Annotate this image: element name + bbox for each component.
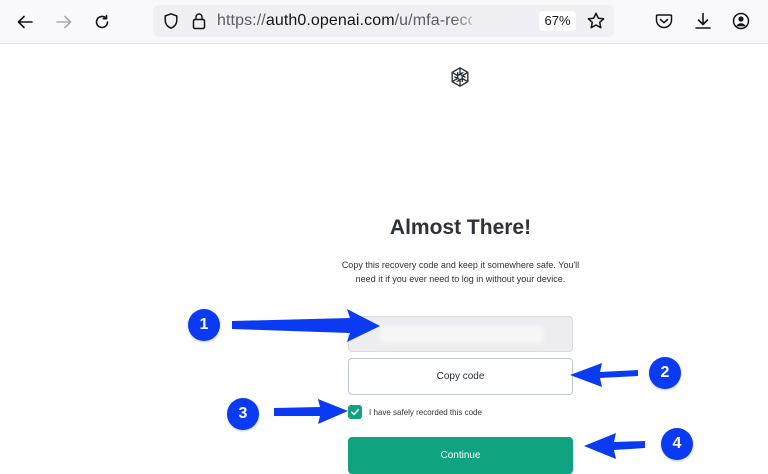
- back-arrow-icon[interactable]: [12, 9, 38, 35]
- annotation-arrow-4: [584, 433, 645, 459]
- openai-logo-icon: [448, 65, 472, 89]
- annotation-badge-3: 3: [227, 398, 259, 430]
- checkbox-label[interactable]: I have safely recorded this code: [369, 406, 482, 419]
- shield-icon[interactable]: [162, 12, 180, 30]
- checkmark-icon: [351, 409, 360, 416]
- url-host: auth0.openai.com: [265, 12, 395, 29]
- continue-button[interactable]: Continue: [348, 437, 573, 474]
- browser-toolbar: https://auth0.openai.com/u/mfa-recovery-…: [0, 0, 768, 44]
- redacted-recovery-code: [379, 325, 544, 343]
- account-icon[interactable]: [730, 10, 752, 32]
- annotation-arrow-2: [570, 363, 638, 387]
- recorded-code-checkbox-row[interactable]: I have safely recorded this code: [348, 405, 578, 421]
- url-fade: [453, 9, 483, 33]
- download-icon[interactable]: [692, 10, 714, 32]
- recorded-code-checkbox[interactable]: [348, 405, 362, 419]
- zoom-level-badge[interactable]: 67%: [539, 11, 576, 31]
- page-description: Copy this recovery code and keep it some…: [341, 260, 580, 284]
- lock-icon[interactable]: [190, 11, 208, 31]
- page-title: Almost There!: [389, 216, 532, 239]
- annotation-arrow-3: [274, 399, 348, 424]
- star-icon[interactable]: [586, 11, 606, 31]
- forward-arrow-icon[interactable]: [51, 9, 77, 35]
- url-text[interactable]: https://auth0.openai.com/u/mfa-recovery-…: [217, 12, 472, 30]
- recovery-code-field[interactable]: [348, 316, 573, 352]
- copy-code-button[interactable]: Copy code: [348, 358, 573, 395]
- reload-icon[interactable]: [89, 9, 115, 35]
- annotation-badge-4: 4: [661, 428, 693, 460]
- url-scheme: https://: [217, 12, 266, 29]
- pocket-icon[interactable]: [653, 10, 675, 32]
- annotation-badge-2: 2: [649, 357, 681, 389]
- annotation-badge-1: 1: [188, 309, 220, 341]
- url-bar[interactable]: https://auth0.openai.com/u/mfa-recovery-…: [153, 5, 614, 37]
